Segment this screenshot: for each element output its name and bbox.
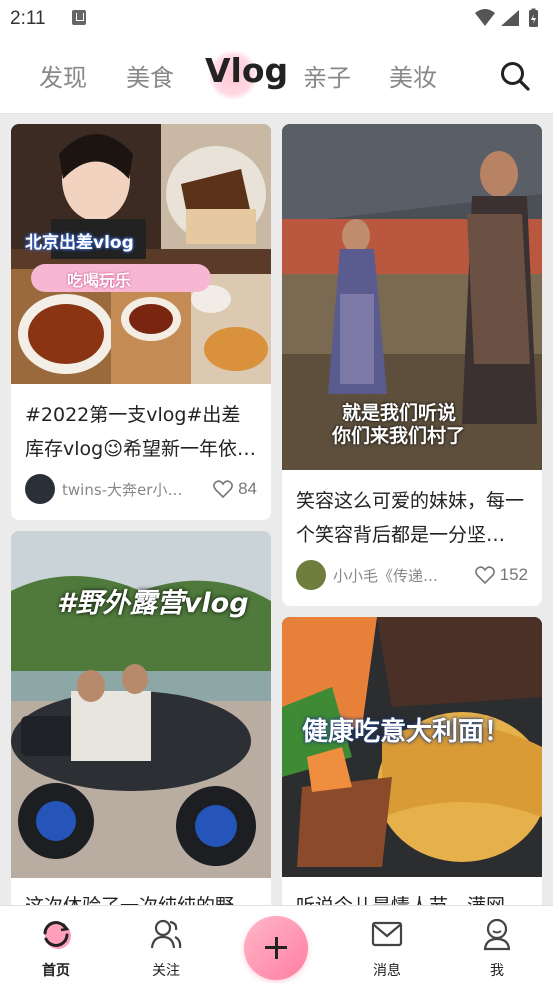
profile-icon bbox=[483, 918, 511, 951]
like-count[interactable]: 152 bbox=[474, 565, 528, 585]
feed-card[interactable]: 就是我们听说 你们来我们村了 笑容这么可爱的妹妹，每一个笑容背后都是一分坚… 小… bbox=[282, 124, 542, 606]
nav-follow-label: 关注 bbox=[152, 963, 180, 979]
tab-discover[interactable]: 发现 bbox=[39, 58, 87, 93]
feed-card[interactable]: 健康吃意大利面！ 听说今儿是情人节，满网… bbox=[282, 617, 542, 905]
card-cover-image: 北京出差vlog 吃喝玩乐 bbox=[11, 124, 271, 384]
card-title: 笑容这么可爱的妹妹，每一个笑容背后都是一分坚… bbox=[296, 490, 525, 546]
bottom-navigation: 首页 关注 消息 我 bbox=[0, 905, 553, 983]
follow-people-icon bbox=[150, 919, 182, 949]
tab-vlog[interactable]: Vlog bbox=[205, 51, 288, 90]
feed-grid: 北京出差vlog 吃喝玩乐 #2022第一支vlog#出差库存vlog😉希望新一… bbox=[0, 115, 553, 905]
home-refresh-icon bbox=[43, 921, 71, 949]
message-envelope-icon bbox=[371, 921, 403, 947]
like-count[interactable]: 84 bbox=[213, 479, 257, 499]
nav-messages[interactable]: 消息 bbox=[347, 906, 427, 983]
card-title: 这次体验了一次纯纯的野… bbox=[25, 889, 257, 905]
nav-home-label: 首页 bbox=[42, 963, 70, 979]
category-tabs: 发现 美食 Vlog 亲子 美妆 bbox=[0, 36, 553, 114]
tab-food[interactable]: 美食 bbox=[126, 58, 174, 93]
wifi-icon bbox=[475, 9, 495, 26]
avatar bbox=[25, 474, 55, 504]
status-icons bbox=[475, 8, 538, 27]
nav-profile[interactable]: 我 bbox=[457, 906, 537, 983]
like-number: 152 bbox=[499, 565, 528, 584]
card-cover-image: #野外露营vlog bbox=[11, 531, 271, 878]
avatar bbox=[296, 560, 326, 590]
nav-follow[interactable]: 关注 bbox=[126, 906, 206, 983]
author-name: twins-大奔er小… bbox=[62, 480, 183, 499]
status-bar: 2:11 bbox=[0, 0, 553, 36]
card-title: 听说今儿是情人节，满网… bbox=[296, 889, 528, 905]
search-icon[interactable] bbox=[499, 60, 531, 92]
card-cover-image: 就是我们听说 你们来我们村了 bbox=[282, 124, 542, 470]
feed-card[interactable]: #野外露营vlog 这次体验了一次纯纯的野… bbox=[11, 531, 271, 905]
like-number: 84 bbox=[238, 479, 257, 498]
tab-parenting[interactable]: 亲子 bbox=[303, 58, 351, 93]
signal-icon bbox=[501, 10, 519, 26]
create-post-button[interactable] bbox=[244, 916, 308, 980]
cover-overlay-text: #野外露营vlog bbox=[57, 588, 249, 619]
card-title: #2022第一支vlog#出差库存vlog😉希望新一年依… bbox=[25, 404, 257, 460]
heart-icon bbox=[213, 480, 234, 498]
cover-overlay-text: 吃喝玩乐 bbox=[67, 271, 132, 290]
heart-icon bbox=[474, 566, 495, 584]
tab-beauty[interactable]: 美妆 bbox=[389, 58, 437, 93]
cover-overlay-text: 你们来我们村了 bbox=[332, 425, 466, 447]
status-time: 2:11 bbox=[10, 8, 46, 29]
card-author[interactable]: twins-大奔er小… bbox=[25, 474, 182, 504]
feed-card[interactable]: 北京出差vlog 吃喝玩乐 #2022第一支vlog#出差库存vlog😉希望新一… bbox=[11, 124, 271, 520]
author-name: 小小毛《传递… bbox=[333, 566, 439, 585]
cover-overlay-text: 健康吃意大利面！ bbox=[302, 717, 511, 747]
card-cover-image: 健康吃意大利面！ bbox=[282, 617, 542, 877]
nav-profile-label: 我 bbox=[490, 963, 504, 979]
notification-icon bbox=[72, 10, 86, 25]
cover-overlay-text: 北京出差vlog bbox=[25, 233, 134, 253]
card-author[interactable]: 小小毛《传递… bbox=[296, 560, 438, 590]
nav-home[interactable]: 首页 bbox=[16, 906, 96, 983]
nav-messages-label: 消息 bbox=[373, 963, 401, 979]
